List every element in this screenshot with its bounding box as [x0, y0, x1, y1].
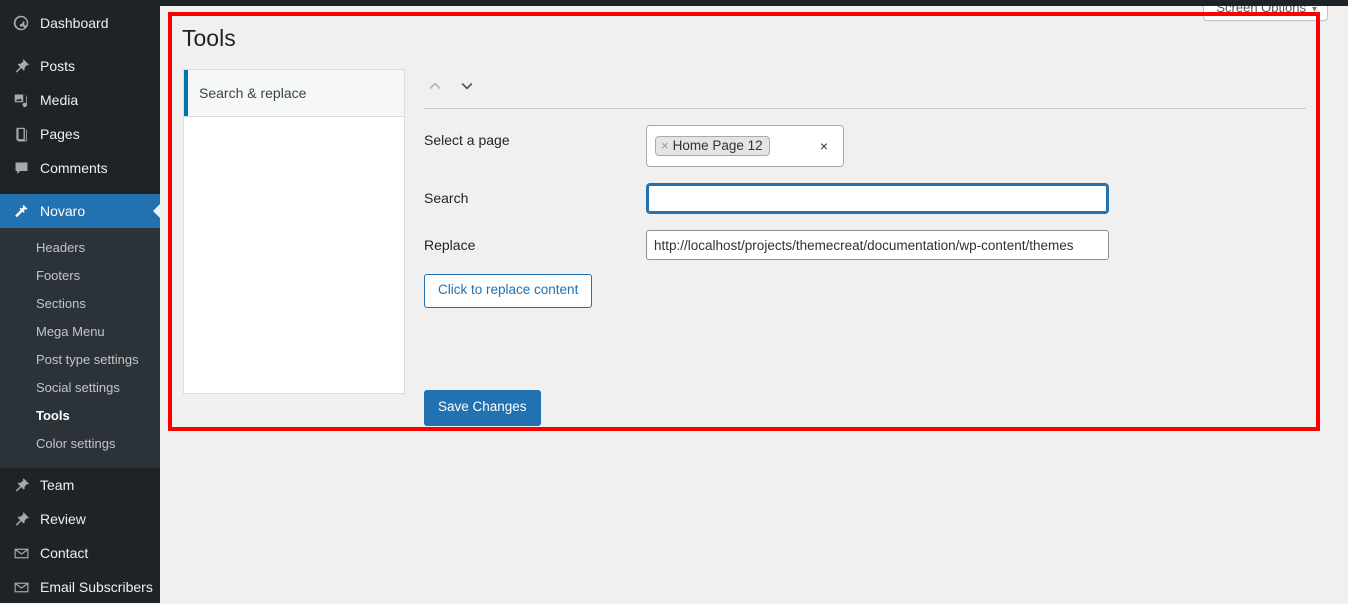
- search-replace-form: Select a page × Home Page 12 × Search Re…: [416, 69, 1306, 426]
- search-input[interactable]: [646, 183, 1109, 214]
- replace-input[interactable]: [646, 230, 1109, 260]
- remove-tag-icon[interactable]: ×: [661, 138, 669, 153]
- sidebar-item-label: Comments: [40, 160, 108, 176]
- envelope-icon: [11, 543, 31, 563]
- main-content: Screen Options ▾ Tools Search & replace S…: [160, 0, 1348, 603]
- novaro-submenu: Headers Footers Sections Mega Menu Post …: [0, 228, 160, 468]
- sidebar-item-team[interactable]: Team: [0, 468, 160, 502]
- save-button-row: Save Changes: [416, 389, 1306, 426]
- sidebar-item-label: Review: [40, 511, 86, 527]
- envelope-icon: [11, 577, 31, 597]
- comments-icon: [11, 158, 31, 178]
- submenu-item-social-settings[interactable]: Social settings: [0, 374, 160, 402]
- sidebar-item-label: Posts: [40, 58, 76, 74]
- submenu-item-sections[interactable]: Sections: [0, 290, 160, 318]
- chevron-down-icon[interactable]: [456, 75, 478, 97]
- pages-icon: [11, 124, 31, 144]
- submenu-item-headers[interactable]: Headers: [0, 234, 160, 262]
- submenu-item-tools[interactable]: Tools: [0, 402, 160, 430]
- sidebar-item-label: Email Subscribers: [40, 579, 153, 595]
- sidebar-item-label: Dashboard: [40, 15, 109, 31]
- clear-selection-icon[interactable]: ×: [820, 138, 828, 154]
- tab-label: Search & replace: [199, 85, 307, 101]
- selected-page-label: Home Page 12: [672, 138, 763, 153]
- section-divider: [424, 108, 1306, 109]
- admin-sidebar: Dashboard Posts Media Pages Comments Nov…: [0, 0, 161, 604]
- submenu-item-color-settings[interactable]: Color settings: [0, 430, 160, 458]
- sidebar-item-dashboard[interactable]: Dashboard: [0, 6, 160, 40]
- sidebar-divider: [0, 40, 160, 49]
- sidebar-item-label: Media: [40, 92, 79, 108]
- sidebar-divider: [0, 185, 160, 194]
- replace-label: Replace: [424, 237, 476, 253]
- sidebar-item-email-subscribers[interactable]: Email Subscribers: [0, 570, 160, 604]
- media-icon: [11, 90, 31, 110]
- tab-search-and-replace[interactable]: Search & replace: [184, 70, 404, 117]
- submenu-item-footers[interactable]: Footers: [0, 262, 160, 290]
- sidebar-item-contact[interactable]: Contact: [0, 536, 160, 570]
- selected-page-tag[interactable]: × Home Page 12: [655, 136, 770, 156]
- sidebar-item-comments[interactable]: Comments: [0, 151, 160, 185]
- sidebar-item-label: Team: [40, 477, 75, 493]
- select-page-dropdown[interactable]: × Home Page 12 ×: [646, 125, 844, 167]
- field-select-page: Select a page × Home Page 12 ×: [416, 125, 1306, 167]
- sidebar-item-label: Pages: [40, 126, 80, 142]
- sorter-controls: [416, 69, 1306, 103]
- field-search: Search: [416, 183, 1306, 214]
- search-label: Search: [424, 190, 469, 206]
- hammer-icon: [11, 201, 31, 221]
- dashboard-icon: [11, 13, 31, 33]
- replace-button-row: Click to replace content: [416, 274, 1306, 308]
- select-page-label: Select a page: [424, 132, 510, 148]
- sidebar-item-media[interactable]: Media: [0, 83, 160, 117]
- tab-panel: Search & replace: [183, 69, 405, 394]
- pin-icon: [11, 56, 31, 76]
- sidebar-item-novaro[interactable]: Novaro: [0, 194, 161, 228]
- chevron-up-icon[interactable]: [424, 75, 446, 97]
- sidebar-item-review[interactable]: Review: [0, 502, 160, 536]
- sidebar-item-pages[interactable]: Pages: [0, 117, 160, 151]
- admin-bar: [0, 0, 1348, 6]
- pin-icon: [11, 475, 31, 495]
- field-replace: Replace: [416, 230, 1306, 260]
- page-title: Tools: [182, 25, 236, 51]
- click-to-replace-content-button[interactable]: Click to replace content: [424, 274, 593, 308]
- pin-icon: [11, 509, 31, 529]
- sidebar-item-label: Novaro: [40, 203, 86, 219]
- submenu-item-mega-menu[interactable]: Mega Menu: [0, 318, 160, 346]
- submenu-item-post-type-settings[interactable]: Post type settings: [0, 346, 160, 374]
- save-changes-button[interactable]: Save Changes: [424, 389, 541, 426]
- sidebar-item-label: Contact: [40, 545, 89, 561]
- sidebar-item-posts[interactable]: Posts: [0, 49, 160, 83]
